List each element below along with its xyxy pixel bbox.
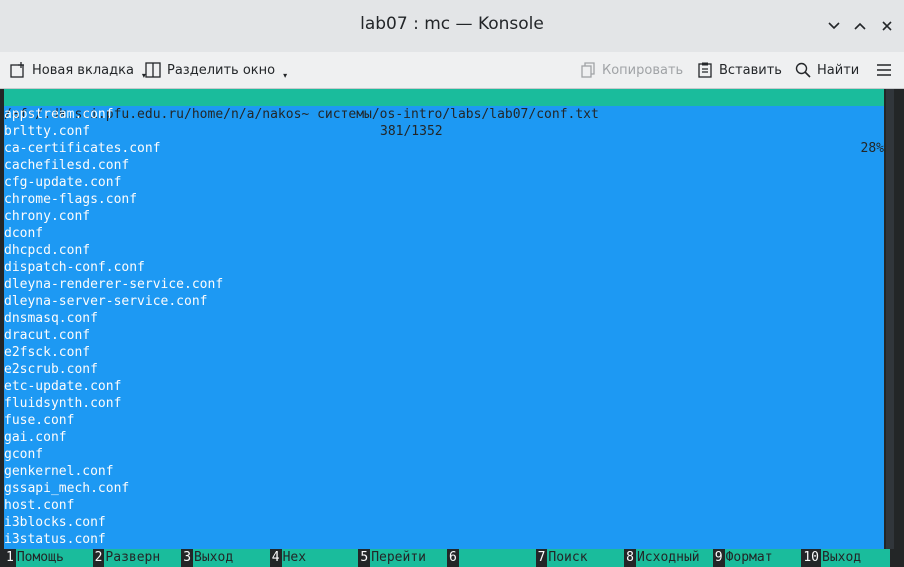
- file-line: i3blocks.conf: [4, 515, 106, 530]
- file-line: dleyna-renderer-service.conf: [4, 277, 224, 292]
- paste-label: Вставить: [719, 62, 782, 78]
- fkey-1[interactable]: 1 Помощь: [4, 549, 93, 567]
- toolbar: Новая вкладка ▾ Разделить окно ▾ Копиров…: [0, 52, 904, 89]
- file-line: dconf: [4, 226, 44, 241]
- fkey-label: Помощь: [15, 549, 93, 567]
- fkey-5[interactable]: 5 Перейти: [358, 549, 447, 567]
- file-line: dispatch-conf.conf: [4, 260, 145, 275]
- hamburger-menu-icon: [876, 62, 892, 78]
- fkey-number: 10: [801, 549, 821, 567]
- new-tab-label: Новая вкладка: [32, 62, 134, 78]
- fkey-2[interactable]: 2 Разверн: [92, 549, 182, 567]
- file-line: dleyna-server-service.conf: [4, 294, 208, 309]
- fkey-label: Поиск: [547, 549, 625, 567]
- terminal-area[interactable]: /afs/.dk.sci.pfu.edu.ru/home/n/a/nakos~ …: [0, 89, 904, 567]
- file-line: dhcpcd.conf: [4, 243, 91, 258]
- file-line: chrome-flags.conf: [4, 192, 138, 207]
- close-icon[interactable]: [877, 16, 897, 36]
- new-tab-icon: [10, 62, 26, 78]
- find-label: Найти: [817, 62, 860, 78]
- window-title: lab07 : mc — Konsole: [360, 14, 544, 34]
- fkey-number: 8: [624, 549, 636, 567]
- search-icon: [795, 62, 811, 78]
- fkey-label: Формат: [724, 549, 802, 567]
- file-line: gssapi_mech.conf: [4, 481, 130, 496]
- fkey-label: Выход: [193, 549, 270, 567]
- fkey-number: 9: [712, 549, 725, 567]
- file-line: etc-update.conf: [4, 379, 122, 394]
- chevron-up-icon[interactable]: [850, 16, 870, 36]
- file-line: e2fsck.conf: [4, 345, 91, 360]
- file-line: chrony.conf: [4, 209, 91, 224]
- fkey-number: 4: [269, 549, 282, 567]
- fkey-number: 5: [358, 549, 371, 567]
- file-line: cachefilesd.conf: [4, 158, 130, 173]
- viewer-status-line: /afs/.dk.sci.pfu.edu.ru/home/n/a/nakos~ …: [4, 89, 884, 156]
- copy-button[interactable]: Копировать: [580, 52, 683, 88]
- fkey-4[interactable]: 4 Hex: [269, 549, 359, 567]
- file-line: appstream.conf: [4, 107, 114, 122]
- fkey-8[interactable]: 8 Исходный: [624, 549, 713, 567]
- copy-icon: [580, 62, 596, 78]
- fkey-number: 2: [92, 549, 105, 567]
- file-line: dnsmasq.conf: [4, 311, 98, 326]
- fkey-label: Выход: [821, 549, 890, 567]
- fkey-6[interactable]: 6: [446, 549, 536, 567]
- split-view-button[interactable]: Разделить окно ▾: [145, 52, 287, 88]
- fkey-number: 7: [535, 549, 548, 567]
- find-button[interactable]: Найти: [795, 52, 859, 88]
- dropdown-caret-icon: ▾: [283, 70, 288, 80]
- fkey-label: [458, 549, 536, 567]
- fkey-3[interactable]: 3 Выход: [181, 549, 270, 567]
- file-line: fuse.conf: [4, 413, 75, 428]
- fkey-number: 1: [4, 549, 16, 567]
- file-line: e2scrub.conf: [4, 362, 98, 377]
- copy-label: Копировать: [602, 62, 684, 78]
- split-view-label: Разделить окно: [167, 62, 276, 78]
- file-line: gai.conf: [4, 430, 67, 445]
- split-view-icon: [145, 62, 161, 78]
- fkey-label: Перейти: [370, 549, 447, 567]
- new-tab-button[interactable]: Новая вкладка ▾: [10, 52, 146, 88]
- fkey-number: 3: [181, 549, 194, 567]
- file-line: fluidsynth.conf: [4, 396, 122, 411]
- paste-button[interactable]: Вставить: [697, 52, 782, 88]
- title-bar: lab07 : mc — Konsole: [0, 0, 904, 52]
- scrollbar[interactable]: [886, 89, 894, 549]
- file-content: appstream.conf brltty.conf ca-certificates…: [4, 106, 223, 548]
- fkey-label: Исходный: [635, 549, 713, 567]
- file-line: dracut.conf: [4, 328, 91, 343]
- function-key-bar: 1 Помощь 2 Разверн 3 Выход 4 Hex 5 Перейти 6 7 Поиск…: [4, 549, 904, 567]
- fkey-10[interactable]: 10 Выход: [801, 549, 890, 567]
- fkey-label: Hex: [281, 549, 359, 567]
- file-line: gconf: [4, 447, 44, 462]
- file-line: genkernel.conf: [4, 464, 114, 479]
- fkey-number: 6: [446, 549, 459, 567]
- file-line: brltty.conf: [4, 124, 91, 139]
- file-line: ca-certificates.conf: [4, 141, 161, 156]
- fkey-9[interactable]: 9 Формат: [712, 549, 802, 567]
- hamburger-menu-button[interactable]: [876, 52, 892, 88]
- scroll-percent: 28%: [860, 141, 884, 156]
- file-line: i3status.conf: [4, 532, 106, 547]
- file-line: host.conf: [4, 498, 75, 513]
- file-line: cfg-update.conf: [4, 175, 122, 190]
- paste-icon: [697, 62, 713, 78]
- fkey-label: Разверн: [104, 549, 182, 567]
- chevron-down-icon[interactable]: [824, 16, 844, 36]
- line-position: 381/1352: [380, 124, 443, 139]
- fkey-7[interactable]: 7 Поиск: [535, 549, 625, 567]
